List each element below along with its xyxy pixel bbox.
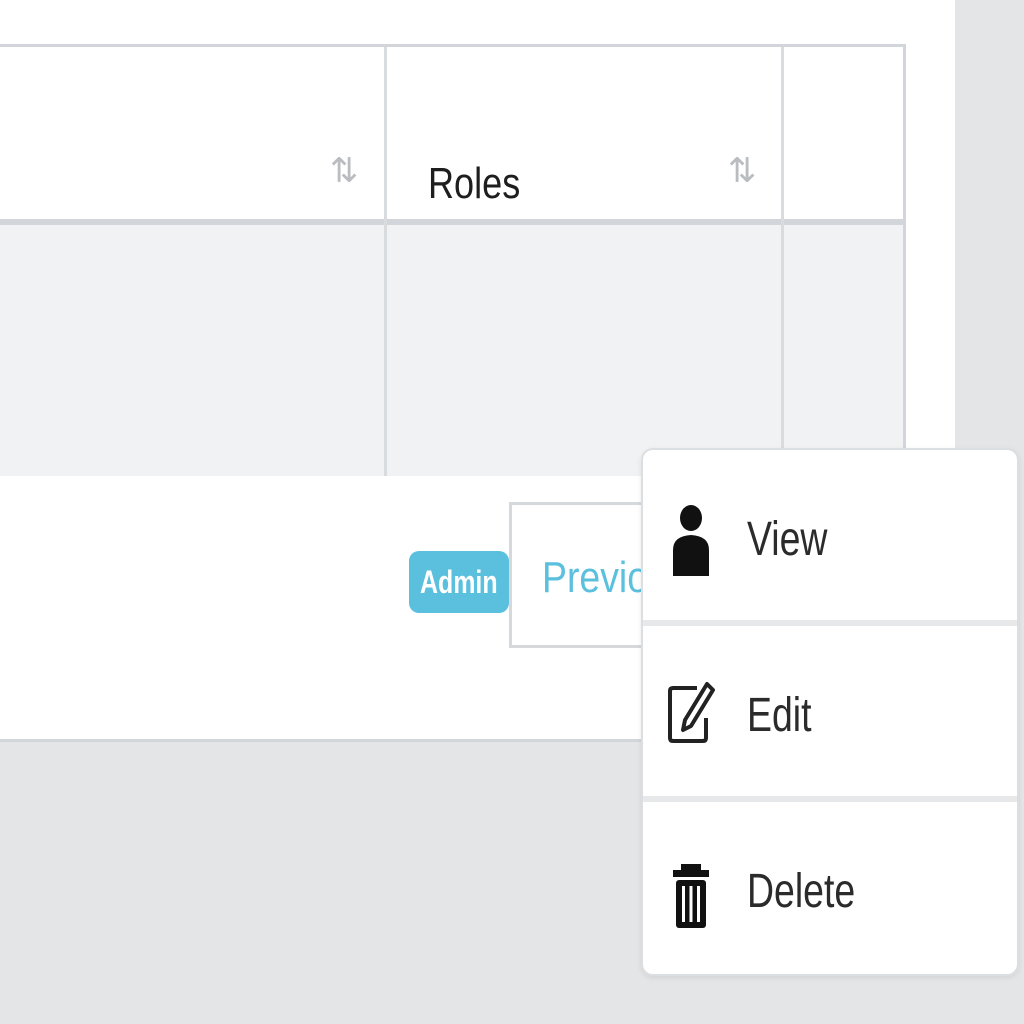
page: ⇅ Roles ⇅ Admin Previous View Edit Delet… (0, 0, 1024, 1024)
column-header-roles[interactable]: Roles (428, 159, 520, 209)
menu-item-view-label: View (747, 513, 828, 566)
table-header: ⇅ Roles ⇅ (0, 47, 903, 225)
user-icon (673, 505, 709, 576)
table-row: Admin (0, 225, 903, 613)
sort-icon[interactable]: ⇅ (722, 151, 762, 191)
menu-item-edit-label: Edit (747, 689, 812, 742)
role-badge: Admin (409, 551, 509, 613)
row-actions-menu: View Edit Delete (641, 448, 1019, 976)
edit-icon (668, 682, 715, 743)
sort-icon[interactable]: ⇅ (324, 151, 364, 191)
column-divider (384, 47, 387, 476)
role-badge-label: Admin (420, 564, 498, 600)
menu-item-delete[interactable]: Delete (643, 802, 1017, 972)
column-divider (781, 47, 784, 476)
users-table: ⇅ Roles ⇅ Admin (0, 44, 906, 613)
menu-item-view[interactable]: View (643, 450, 1017, 620)
menu-item-edit[interactable]: Edit (643, 626, 1017, 796)
menu-item-delete-label: Delete (747, 865, 856, 918)
trash-icon (673, 864, 709, 928)
